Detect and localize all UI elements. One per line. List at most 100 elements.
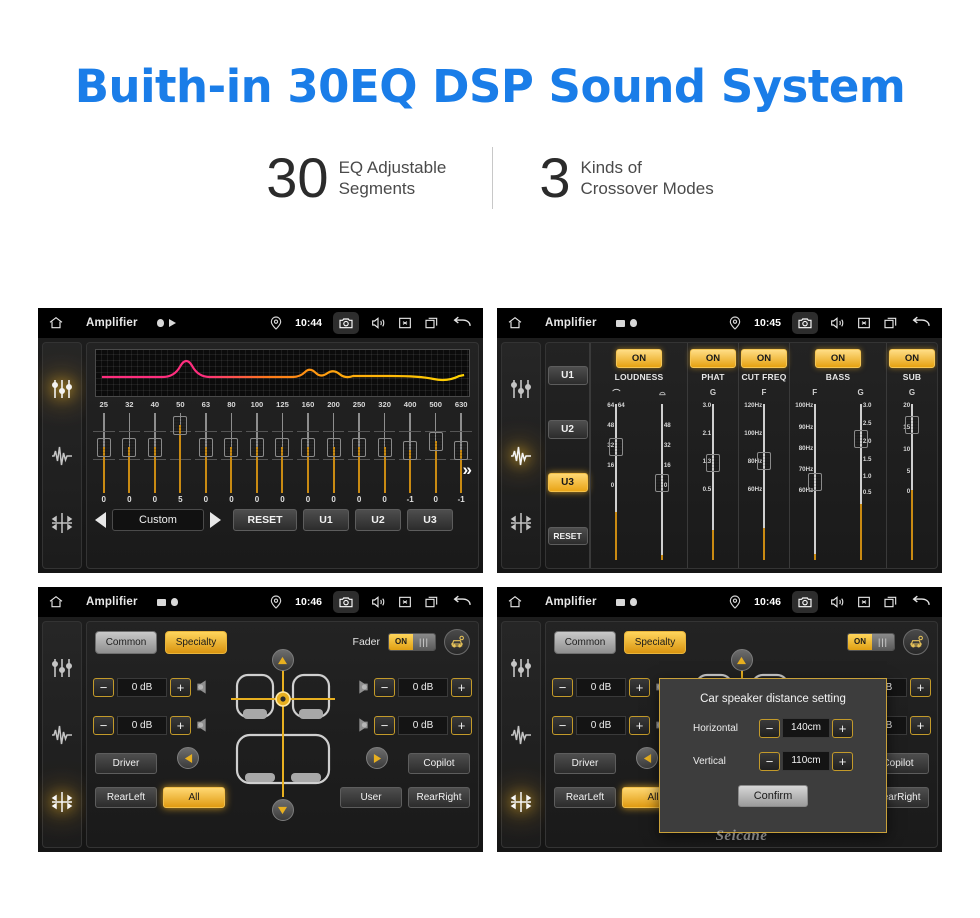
car-distance-icon[interactable]	[444, 629, 470, 655]
cut-freq-slider[interactable]: 120Hz 100Hz 80Hz 60Hz	[741, 400, 787, 564]
cut-freq-on-button[interactable]: ON	[741, 349, 787, 368]
position-copilot-button[interactable]: Copilot	[408, 753, 470, 774]
loudness-slider-left[interactable]: 64 64 48 32 16 0	[593, 400, 639, 564]
eq-slider[interactable]	[346, 413, 372, 493]
equalizer-sliders-icon[interactable]	[509, 656, 533, 680]
back-arrow-icon[interactable]	[451, 314, 473, 332]
more-bands-chevron-icon[interactable]: »	[463, 461, 472, 478]
waveform-icon[interactable]	[50, 723, 74, 747]
close-box-icon[interactable]	[397, 315, 413, 331]
bass-on-button[interactable]: ON	[815, 349, 861, 368]
minus-button[interactable]: −	[759, 718, 780, 738]
eq-slider[interactable]	[168, 413, 194, 493]
recent-apps-icon[interactable]	[883, 594, 899, 610]
plus-button[interactable]: +	[170, 677, 191, 697]
minus-button[interactable]: −	[93, 677, 114, 697]
balance-fader-icon[interactable]	[50, 511, 74, 535]
nav-down-icon[interactable]	[271, 799, 294, 821]
eq-slider[interactable]	[397, 413, 423, 493]
user-preset-u2-button[interactable]: U2	[355, 509, 401, 531]
minus-button[interactable]: −	[759, 751, 780, 771]
fader-toggle[interactable]: ON |||	[387, 633, 436, 651]
car-distance-icon[interactable]	[903, 629, 929, 655]
confirm-button[interactable]: Confirm	[738, 785, 808, 807]
minus-button[interactable]: −	[552, 715, 573, 735]
plus-button[interactable]: +	[629, 715, 650, 735]
volume-icon[interactable]	[370, 594, 386, 610]
eq-slider[interactable]	[117, 413, 143, 493]
nav-up-icon[interactable]	[730, 649, 753, 671]
eq-slider[interactable]	[193, 413, 219, 493]
eq-slider[interactable]	[448, 413, 474, 493]
home-icon[interactable]	[48, 594, 64, 610]
sub-on-button[interactable]: ON	[889, 349, 935, 368]
preset-name[interactable]: Custom	[112, 509, 204, 531]
equalizer-sliders-icon[interactable]	[50, 377, 74, 401]
plus-button[interactable]: +	[832, 751, 853, 771]
loudness-slider-right[interactable]: 48 32 16 0	[639, 400, 685, 564]
volume-icon[interactable]	[829, 594, 845, 610]
plus-button[interactable]: +	[832, 718, 853, 738]
position-rearleft-button[interactable]: RearLeft	[554, 787, 616, 808]
balance-fader-icon[interactable]	[50, 790, 74, 814]
eq-slider[interactable]	[142, 413, 168, 493]
plus-button[interactable]: +	[910, 677, 931, 697]
back-arrow-icon[interactable]	[451, 593, 473, 611]
close-box-icon[interactable]	[856, 594, 872, 610]
loudness-on-button[interactable]: ON	[616, 349, 662, 368]
home-icon[interactable]	[507, 594, 523, 610]
preset-prev-arrow-icon[interactable]	[95, 512, 106, 528]
eq-slider[interactable]	[270, 413, 296, 493]
recent-apps-icon[interactable]	[424, 315, 440, 331]
minus-button[interactable]: −	[93, 715, 114, 735]
sub-gain-slider[interactable]: 20 15 10 5 0	[889, 400, 935, 564]
nav-left-icon[interactable]	[636, 747, 658, 769]
reset-button[interactable]: RESET	[233, 509, 297, 531]
phat-gain-slider[interactable]: 3.0 2.1 1.3 0.5	[690, 400, 736, 564]
plus-button[interactable]: +	[629, 677, 650, 697]
fader-toggle[interactable]: ON |||	[846, 633, 895, 651]
bass-freq-slider[interactable]: 100Hz 90Hz 80Hz 70Hz 60Hz	[792, 400, 838, 564]
camera-icon[interactable]	[792, 591, 818, 613]
eq-slider[interactable]	[219, 413, 245, 493]
equalizer-sliders-icon[interactable]	[50, 656, 74, 680]
eq-slider[interactable]	[423, 413, 449, 493]
balance-fader-icon[interactable]	[509, 790, 533, 814]
preset-u1-button[interactable]: U1	[547, 366, 588, 386]
nav-right-icon[interactable]	[366, 747, 388, 769]
tab-specialty[interactable]: Specialty	[165, 630, 227, 654]
balance-fader-icon[interactable]	[509, 511, 533, 535]
camera-icon[interactable]	[333, 591, 359, 613]
nav-left-icon[interactable]	[177, 747, 199, 769]
preset-u3-button[interactable]: U3	[547, 473, 588, 493]
phat-on-button[interactable]: ON	[690, 349, 736, 368]
close-box-icon[interactable]	[397, 594, 413, 610]
waveform-icon[interactable]	[509, 444, 533, 468]
plus-button[interactable]: +	[910, 715, 931, 735]
eq-slider[interactable]	[321, 413, 347, 493]
bass-gain-slider[interactable]: 3.0 2.5 2.0 1.5 1.0 0.5	[838, 400, 884, 564]
preset-u2-button[interactable]: U2	[547, 419, 588, 439]
reset-button[interactable]: RESET	[547, 526, 588, 545]
position-driver-button[interactable]: Driver	[95, 753, 157, 774]
tab-common[interactable]: Common	[554, 630, 616, 654]
tab-common[interactable]: Common	[95, 630, 157, 654]
camera-icon[interactable]	[792, 312, 818, 334]
position-rearright-button[interactable]: RearRight	[408, 787, 470, 808]
user-preset-u3-button[interactable]: U3	[407, 509, 453, 531]
close-box-icon[interactable]	[856, 315, 872, 331]
position-driver-button[interactable]: Driver	[554, 753, 616, 774]
nav-up-icon[interactable]	[271, 649, 294, 671]
plus-button[interactable]: +	[170, 715, 191, 735]
equalizer-sliders-icon[interactable]	[509, 377, 533, 401]
back-arrow-icon[interactable]	[910, 593, 932, 611]
volume-icon[interactable]	[829, 315, 845, 331]
volume-icon[interactable]	[370, 315, 386, 331]
waveform-icon[interactable]	[50, 444, 74, 468]
eq-slider[interactable]	[372, 413, 398, 493]
minus-button[interactable]: −	[374, 677, 395, 697]
position-rearleft-button[interactable]: RearLeft	[95, 787, 157, 808]
plus-button[interactable]: +	[451, 715, 472, 735]
tab-specialty[interactable]: Specialty	[624, 630, 686, 654]
back-arrow-icon[interactable]	[910, 314, 932, 332]
